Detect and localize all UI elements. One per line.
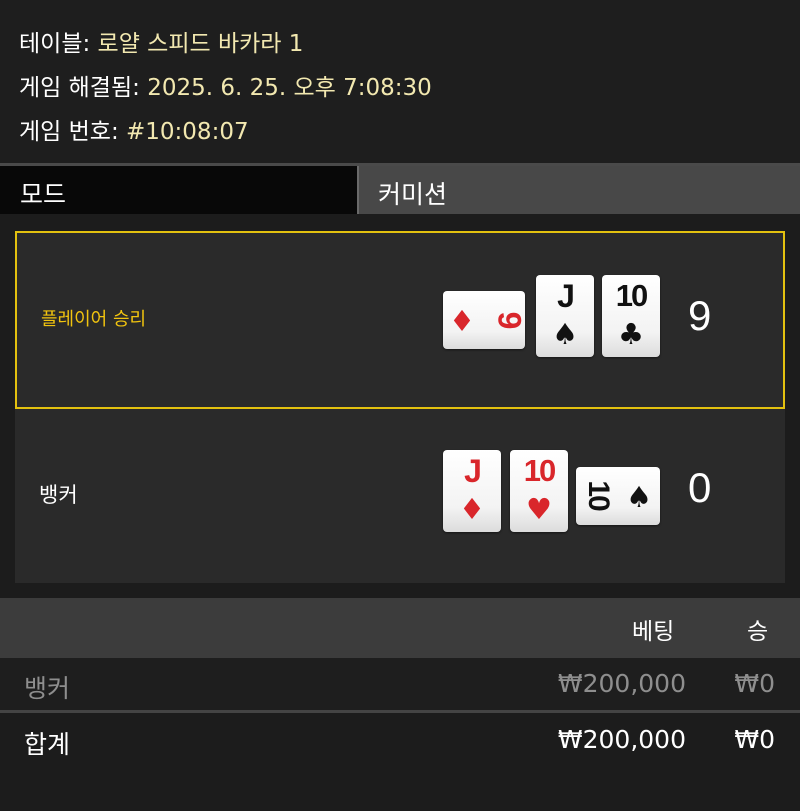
total-row: 합계 ₩200,000 ₩0 bbox=[0, 713, 800, 811]
card-rank: 9 bbox=[491, 311, 525, 328]
bet-column-header: 베팅 bbox=[632, 619, 675, 645]
card-suit-icon: ♦ bbox=[449, 304, 475, 338]
card-suit-icon: ♠ bbox=[552, 317, 578, 351]
table-label: 테이블: bbox=[19, 31, 91, 57]
player-outcome: 플레이어 승리 bbox=[41, 309, 147, 330]
card-suit-icon: ♥ bbox=[526, 492, 552, 526]
card-suit-icon: ♣ bbox=[618, 317, 644, 351]
card-rank: 10 bbox=[523, 453, 556, 488]
player-card-2: J ♠ bbox=[536, 275, 594, 357]
win-column-header: 승 bbox=[747, 619, 769, 645]
bet-row-win: ₩0 bbox=[734, 669, 775, 698]
banker-outcome: 뱅커 bbox=[39, 483, 78, 507]
card-rank: J bbox=[557, 278, 575, 314]
mode-label-cell: 모드 bbox=[0, 166, 359, 214]
banker-card-2: 10 ♥ bbox=[510, 450, 568, 532]
game-number: #10:08:07 bbox=[126, 119, 249, 145]
bet-row: 뱅커 ₩200,000 ₩0 bbox=[0, 658, 800, 710]
total-bet-amount: ₩200,000 bbox=[557, 725, 686, 754]
player-card-1: ♦ 9 bbox=[443, 291, 525, 349]
round-info: 테이블: 로얄 스피드 바카라 1 게임 해결됨: 2025. 6. 25. 오… bbox=[0, 0, 800, 163]
mode-bar: 모드 커미션 bbox=[0, 166, 800, 214]
total-label: 합계 bbox=[24, 730, 71, 759]
bet-table-header: 베팅 승 bbox=[0, 598, 800, 658]
card-suit-icon: ♠ bbox=[626, 480, 652, 514]
total-win-amount: ₩0 bbox=[734, 725, 775, 754]
resolved-info: 게임 해결됨: 2025. 6. 25. 오후 7:08:30 bbox=[19, 68, 432, 102]
game-number-label: 게임 번호: bbox=[19, 119, 119, 145]
banker-card-3: 10 ♠ bbox=[576, 467, 660, 525]
resolved-time: 2025. 6. 25. 오후 7:08:30 bbox=[147, 75, 432, 101]
result-panel: 플레이어 승리 ♦ 9 J ♠ 10 ♣ 9 뱅커 J ♦ 10 ♥ 10 ♠ … bbox=[15, 231, 785, 583]
bet-row-name: 뱅커 bbox=[24, 674, 71, 703]
card-rank: J bbox=[464, 453, 482, 489]
card-suit-icon: ♦ bbox=[459, 492, 485, 526]
game-number-info: 게임 번호: #10:08:07 bbox=[19, 112, 249, 146]
mode-value: 커미션 bbox=[378, 180, 448, 209]
player-card-3: 10 ♣ bbox=[602, 275, 660, 357]
card-rank: 10 bbox=[615, 278, 648, 313]
player-score: 9 bbox=[688, 292, 712, 339]
card-rank: 10 bbox=[582, 480, 615, 510]
player-hand-row: 플레이어 승리 ♦ 9 J ♠ 10 ♣ 9 bbox=[15, 231, 785, 409]
mode-label: 모드 bbox=[20, 180, 67, 209]
resolved-label: 게임 해결됨: bbox=[19, 75, 140, 101]
table-name: 로얄 스피드 바카라 1 bbox=[97, 31, 304, 57]
table-info: 테이블: 로얄 스피드 바카라 1 bbox=[19, 24, 303, 58]
banker-hand-row: 뱅커 J ♦ 10 ♥ 10 ♠ 0 bbox=[15, 409, 785, 583]
banker-score: 0 bbox=[688, 464, 712, 511]
bet-row-amount: ₩200,000 bbox=[557, 669, 686, 698]
banker-card-1: J ♦ bbox=[443, 450, 501, 532]
